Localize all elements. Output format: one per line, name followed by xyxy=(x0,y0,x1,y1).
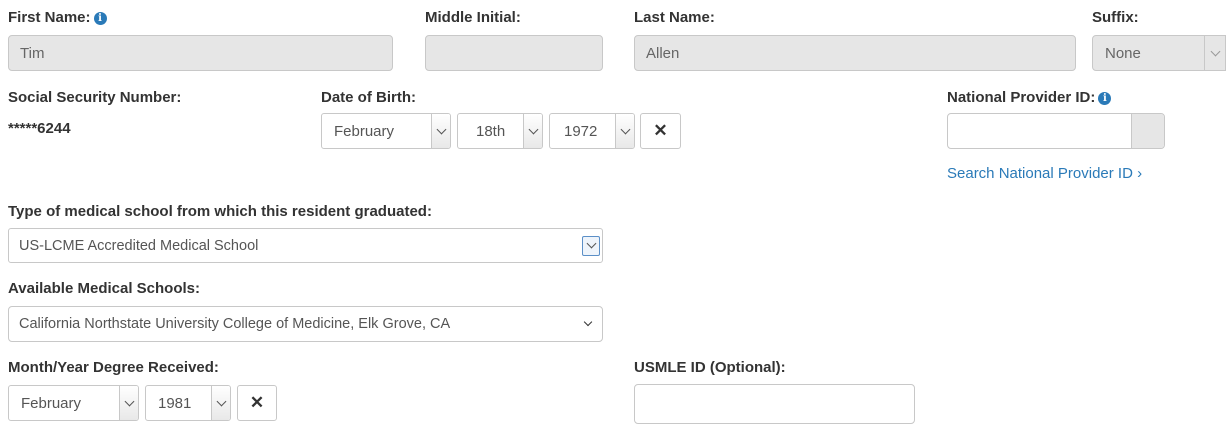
npi-label-text: National Provider ID: xyxy=(947,89,1096,106)
degree-year-select[interactable]: 1981 xyxy=(145,385,231,421)
middle-initial-label: Middle Initial: xyxy=(425,9,521,26)
chevron-down-icon[interactable] xyxy=(615,114,634,148)
dob-year-value: 1972 xyxy=(564,122,598,140)
chevron-down-icon[interactable] xyxy=(582,235,600,256)
last-name-value: Allen xyxy=(646,44,680,62)
first-name-label-text: First Name: xyxy=(8,9,91,26)
suffix-label: Suffix: xyxy=(1092,9,1139,26)
dob-year-select[interactable]: 1972 xyxy=(549,113,635,149)
degree-month-select[interactable]: February xyxy=(8,385,139,421)
last-name-label: Last Name: xyxy=(634,9,715,26)
npi-addon[interactable] xyxy=(1131,114,1164,148)
chevron-down-icon[interactable] xyxy=(211,386,230,420)
search-npi-link[interactable]: Search National Provider ID › xyxy=(947,165,1142,182)
chevron-down-icon[interactable] xyxy=(119,386,138,420)
dob-day-select[interactable]: 18th xyxy=(457,113,543,149)
dob-clear-button[interactable]: ✕ xyxy=(640,113,681,149)
available-schools-value: California Northstate University College… xyxy=(19,316,451,332)
npi-label: National Provider ID: i xyxy=(947,89,1112,106)
available-schools-select[interactable]: California Northstate University College… xyxy=(8,306,603,342)
school-type-label: Type of medical school from which this r… xyxy=(8,203,432,220)
npi-value xyxy=(948,114,1131,148)
dob-month-select[interactable]: February xyxy=(321,113,451,149)
dob-day-value: 18th xyxy=(476,122,506,140)
first-name-input[interactable]: Tim xyxy=(8,35,393,71)
dob-month-value: February xyxy=(334,122,395,140)
chevron-down-icon[interactable] xyxy=(431,114,450,148)
first-name-label: First Name: i xyxy=(8,9,107,26)
suffix-select[interactable]: None xyxy=(1092,35,1226,71)
degree-date-label: Month/Year Degree Received: xyxy=(8,359,219,376)
usmle-input[interactable] xyxy=(634,384,915,424)
close-icon: ✕ xyxy=(249,393,265,412)
school-type-value: US-LCME Accredited Medical School xyxy=(19,237,259,254)
chevron-down-icon[interactable] xyxy=(523,114,542,148)
degree-month-value: February xyxy=(21,394,82,412)
usmle-label: USMLE ID (Optional): xyxy=(634,359,786,376)
chevron-down-icon[interactable] xyxy=(574,317,602,327)
degree-year-value: 1981 xyxy=(158,394,192,412)
info-icon[interactable]: i xyxy=(93,12,107,25)
close-icon: ✕ xyxy=(653,121,668,140)
dob-label: Date of Birth: xyxy=(321,89,416,106)
chevron-down-icon[interactable] xyxy=(1204,36,1225,70)
degree-clear-button[interactable]: ✕ xyxy=(237,385,277,421)
school-type-select[interactable]: US-LCME Accredited Medical School xyxy=(8,228,603,263)
middle-initial-input[interactable] xyxy=(425,35,603,71)
info-icon[interactable]: i xyxy=(1098,92,1112,105)
suffix-value: None xyxy=(1105,44,1141,62)
npi-input[interactable] xyxy=(947,113,1165,149)
available-schools-label: Available Medical Schools: xyxy=(8,280,201,297)
first-name-value: Tim xyxy=(20,44,45,62)
ssn-label: Social Security Number: xyxy=(8,89,182,106)
ssn-value: *****6244 xyxy=(8,120,71,137)
last-name-input[interactable]: Allen xyxy=(634,35,1076,71)
